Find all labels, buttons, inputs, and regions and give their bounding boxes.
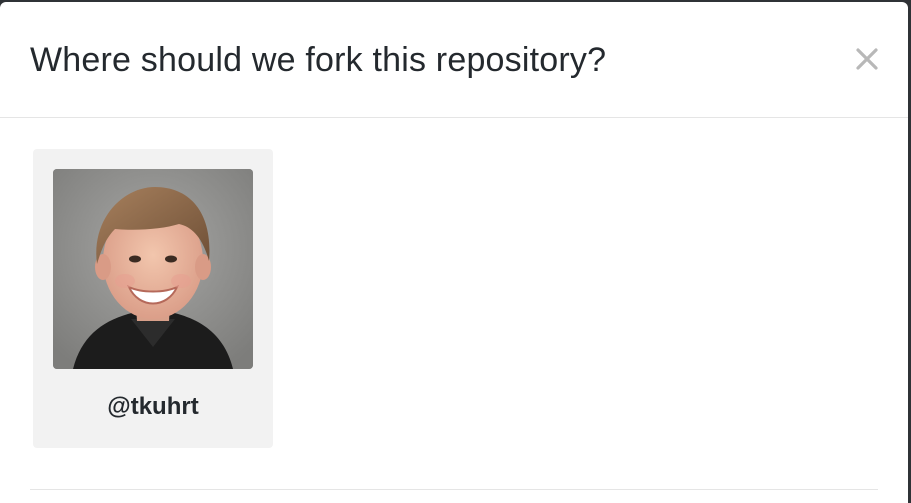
close-button[interactable] [854, 46, 880, 72]
fork-target-tkuhrt[interactable]: @tkuhrt [33, 149, 273, 448]
footer-divider [30, 489, 878, 490]
avatar [53, 169, 253, 369]
fork-target-username: @tkuhrt [107, 393, 199, 420]
dialog-title: Where should we fork this repository? [30, 41, 607, 79]
dialog-header: Where should we fork this repository? [0, 2, 908, 118]
fork-dialog: Where should we fork this repository? @t… [0, 2, 908, 503]
dialog-body: @tkuhrt [0, 118, 908, 503]
close-icon [856, 48, 878, 70]
user-avatar-photo-icon [53, 169, 253, 369]
